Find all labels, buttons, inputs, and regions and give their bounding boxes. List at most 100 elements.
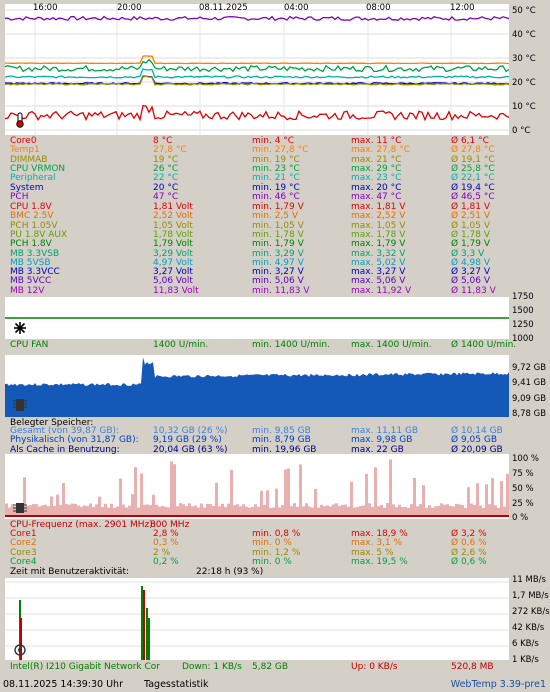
time-tick: 12:00 — [450, 3, 475, 13]
cpu-y-label: 75 % — [512, 469, 534, 479]
cpu-load-bar — [38, 506, 41, 516]
cpu-load-bar — [404, 506, 407, 516]
temp-trace — [5, 15, 509, 22]
cpu-load-bar — [185, 506, 188, 516]
cpu-load-bar — [455, 503, 458, 516]
memory-chip-icon — [13, 397, 27, 413]
cpu-load-bar — [218, 506, 221, 516]
cpu-load-bar — [422, 485, 425, 516]
cpu-load-bar — [431, 507, 434, 516]
cpu-load-bar — [230, 469, 233, 516]
cpu-load-bar — [44, 504, 47, 516]
cpu-min: min. 0 % — [252, 556, 292, 567]
mem-y-label: 9,41 GB — [512, 378, 547, 388]
cpu-load-bar — [314, 489, 317, 516]
cpu-load-bar — [155, 504, 158, 516]
cpu-load-bar — [263, 505, 266, 516]
temp-y-label: 40 °C — [512, 30, 536, 40]
temp-y-label: 10 °C — [512, 102, 536, 112]
cpu-load-bar — [212, 505, 215, 516]
status-version[interactable]: WebTemp 3.39-pre1 — [451, 677, 546, 692]
cpu-load-bar — [281, 505, 284, 516]
cpu-load-bar — [377, 506, 380, 516]
cpu-load-bar — [335, 503, 338, 516]
volt-value: 11,83 Volt — [153, 285, 199, 296]
cpu-load-bar — [149, 505, 152, 516]
cpu-load-bar — [146, 504, 149, 516]
temp-trace — [5, 55, 509, 65]
cpu-load-bar — [140, 473, 143, 516]
cpu-load-bar — [83, 505, 86, 516]
user-activity-value: 22:18 h (93 %) — [196, 567, 264, 577]
cpu-load-bar — [260, 490, 263, 516]
cpu-load-bar — [179, 503, 182, 516]
net-up: Up: 0 KB/s — [351, 662, 398, 672]
cpu-load-bar — [119, 478, 122, 516]
volt-avg: Ø 11,83 V — [451, 285, 496, 296]
cpu-load-bar — [137, 507, 140, 516]
cpu-load-bar — [452, 506, 455, 516]
cpu-load-bar — [275, 488, 278, 516]
cpu-load-bar — [308, 506, 311, 516]
cpu-load-bar — [329, 506, 332, 516]
status-mode: Tagesstatistik — [144, 679, 209, 690]
cpu-load-bar — [458, 504, 461, 516]
cpu-load-bar — [500, 481, 503, 516]
cpu-load-bar — [152, 494, 155, 516]
cpu-load-bar — [383, 507, 386, 516]
cpu-load-bar — [395, 507, 398, 516]
cpu-load-bar — [242, 504, 245, 516]
cpu-load-bar — [89, 503, 92, 516]
cpu-load-bar — [317, 507, 320, 516]
cpu-load-bar — [347, 506, 350, 516]
cpu-load-bar — [338, 506, 341, 516]
cpu-load-bar — [353, 507, 356, 516]
cpu-load-bar — [164, 506, 167, 516]
cpu-load-bar — [386, 503, 389, 516]
cpu-load-bar — [392, 504, 395, 516]
status-bar: 08.11.2025 14:39:30 Uhr Tagesstatistik W… — [0, 677, 550, 692]
fan-value: 1400 U/min. — [153, 340, 209, 350]
cpu-y-label: 100 % — [512, 454, 540, 464]
cpu-load-bar — [113, 507, 116, 516]
cpu-load-bar — [77, 505, 80, 516]
cpu-load-bar — [128, 505, 131, 516]
network-chart — [5, 578, 509, 660]
cpu-load-bar — [302, 506, 305, 516]
cpu-load-bar — [125, 507, 128, 516]
net-y-label: 1,7 MB/s — [512, 591, 549, 601]
cpu-load-bar — [374, 467, 377, 516]
net-y-label: 6 KB/s — [512, 639, 539, 649]
cpu-load-bar — [104, 503, 107, 516]
cpu-load-bar — [41, 505, 44, 516]
net-adapter-name: Intel(R) I210 Gigabit Network Cor — [10, 662, 160, 672]
net-down: Down: 1 KB/s — [182, 662, 242, 672]
time-tick: 20:00 — [117, 3, 142, 13]
cpu-load-bar — [299, 464, 302, 516]
cpu-load-bar — [473, 504, 476, 516]
temp-avg: Ø 46,5 °C — [451, 191, 495, 202]
cpu-load-bar — [101, 507, 104, 516]
temp-name: PCH — [10, 191, 29, 202]
cpu-load-bar — [497, 507, 500, 516]
cpu-load-bar — [293, 503, 296, 516]
time-tick: 16:00 — [33, 3, 58, 13]
temp-trace — [5, 104, 509, 122]
fan-chart — [5, 297, 509, 339]
fan-icon — [13, 321, 27, 337]
time-tick: 08.11.2025 — [199, 3, 248, 13]
cpu-load-bar — [254, 504, 257, 516]
temp-y-label: 50 °C — [512, 6, 536, 16]
cpu-load-bar — [209, 504, 212, 516]
cpu-y-label: 0 % — [512, 513, 529, 523]
cpu-load-bar — [284, 469, 287, 516]
cpu-load-bar — [245, 506, 248, 516]
cpu-load-bar — [476, 483, 479, 516]
volt-name: MB 12V — [10, 285, 45, 296]
cpu-load-bar — [200, 503, 203, 516]
cpu-load-bar — [296, 506, 299, 516]
cpu-avg: Ø 0,6 % — [451, 556, 487, 567]
cpu-load-bar — [494, 505, 497, 516]
cpu-load-bar — [446, 504, 449, 516]
fan-y-label: 1250 — [512, 320, 534, 330]
